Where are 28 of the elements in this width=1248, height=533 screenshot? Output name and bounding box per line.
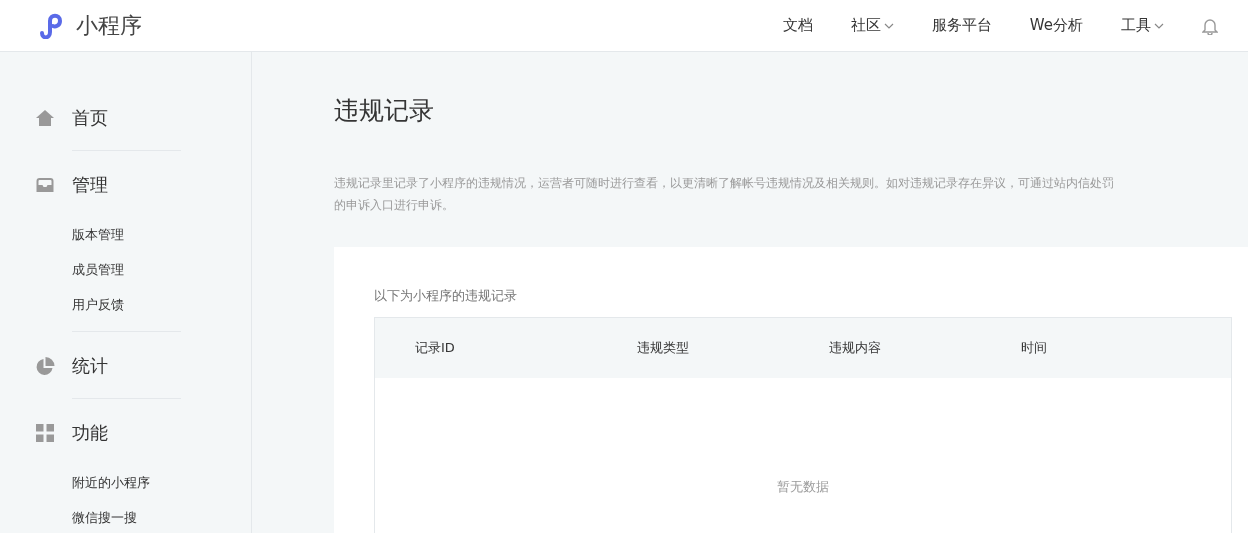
sidebar-item[interactable]: 统计 xyxy=(72,354,108,378)
sidebar-subitem[interactable]: 微信搜一搜 xyxy=(72,500,137,533)
nav-link[interactable]: 文档 xyxy=(782,16,813,35)
nav-link[interactable]: 社区 xyxy=(850,16,894,35)
nav-link[interactable]: 工具 xyxy=(1121,16,1164,35)
logo-text: 小程序 xyxy=(76,11,142,40)
sidebar-subitem[interactable]: 版本管理 xyxy=(72,217,124,252)
nav-link[interactable]: 服务平台 xyxy=(931,16,992,35)
column-header: 违规类型 xyxy=(637,339,690,357)
description-text: 违规记录里记录了小程序的违规情况，运营者可随时进行查看，以更清晰了解帐号违规情况及相关规则。如对违规记录存在异议，可通过站内信处罚 的申诉入口进行申诉。 xyxy=(334,175,1115,214)
page-title: 违规记录 xyxy=(334,95,435,127)
bell-icon[interactable] xyxy=(1202,16,1218,35)
table-caption: 以下为小程序的违规记录 xyxy=(374,287,518,305)
sidebar-subitem[interactable]: 成员管理 xyxy=(72,252,124,287)
pie-chart-icon xyxy=(35,356,55,376)
nav-link[interactable]: We分析 xyxy=(1029,16,1083,35)
sidebar-subitem[interactable]: 用户反馈 xyxy=(72,287,124,322)
sidebar-subitem[interactable]: 附近的小程序 xyxy=(72,465,150,500)
sidebar-item[interactable]: 首页 xyxy=(72,106,108,130)
home-icon xyxy=(35,109,55,127)
column-header: 违规内容 xyxy=(829,339,882,357)
column-header: 记录ID xyxy=(415,339,456,357)
sidebar-item[interactable]: 管理 xyxy=(72,173,108,197)
empty-message: 暂无数据 xyxy=(777,479,829,494)
column-header: 时间 xyxy=(1021,339,1047,357)
sidebar-item[interactable]: 功能 xyxy=(72,421,108,445)
inbox-icon xyxy=(35,177,55,193)
grid-icon xyxy=(35,424,55,442)
